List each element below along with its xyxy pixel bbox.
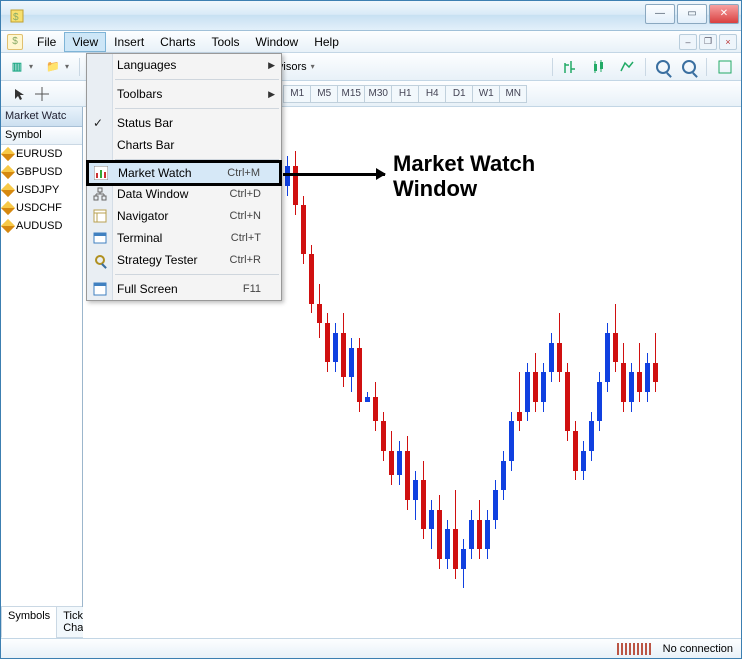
new-chart-button[interactable]: ▥▾: [5, 57, 37, 77]
symbol-column-header[interactable]: Symbol: [1, 127, 82, 145]
menu-insert[interactable]: Insert: [106, 32, 152, 52]
zoom-out-button[interactable]: [678, 58, 700, 76]
symbol-row[interactable]: GBPUSD: [1, 163, 82, 181]
menu-status-bar[interactable]: ✓ Status Bar: [87, 112, 281, 134]
timeframe-w1[interactable]: W1: [472, 85, 500, 103]
zoom-in-icon: [656, 60, 670, 74]
chart-bar-button[interactable]: [559, 57, 583, 77]
app-window: $ — ▭ ✕ $ File View Insert Charts Tools …: [0, 0, 742, 659]
strategy-tester-icon: [92, 252, 108, 268]
symbol-icon: [1, 147, 15, 161]
chart-line-button[interactable]: [615, 57, 639, 77]
symbol-icon: [1, 219, 15, 233]
timeframe-m30[interactable]: M30: [364, 85, 392, 103]
app-icon: $: [7, 6, 27, 26]
symbol-row[interactable]: USDJPY: [1, 181, 82, 199]
connection-indicator-icon: [617, 643, 653, 655]
mdi-minimize-button[interactable]: –: [679, 34, 697, 50]
chevron-right-icon: ▶: [268, 60, 275, 71]
auto-scroll-button[interactable]: [713, 57, 737, 77]
check-icon: ✓: [93, 116, 103, 130]
market-watch-panel: Market Watc Symbol EURUSD GBPUSD USDJPY …: [1, 107, 83, 638]
cursor-button[interactable]: [5, 85, 31, 103]
symbol-icon: [1, 183, 15, 197]
menu-strategy-tester[interactable]: Strategy Tester Ctrl+R: [87, 249, 281, 271]
menu-charts[interactable]: Charts: [152, 32, 203, 52]
annotation-label: Market Watch Window: [393, 151, 535, 202]
close-button[interactable]: ✕: [709, 4, 739, 24]
menu-navigator[interactable]: Navigator Ctrl+N: [87, 205, 281, 227]
timeframe-mn[interactable]: MN: [499, 85, 527, 103]
minimize-button[interactable]: —: [645, 4, 675, 24]
titlebar: $ — ▭ ✕: [1, 1, 741, 31]
symbol-row[interactable]: EURUSD: [1, 145, 82, 163]
mdi-close-button[interactable]: ×: [719, 34, 737, 50]
chevron-right-icon: ▶: [268, 89, 275, 100]
profiles-button[interactable]: 📁▾: [41, 57, 73, 77]
cursor-icon: [13, 87, 27, 101]
tab-symbols[interactable]: Symbols: [1, 607, 57, 638]
chart-candle-button[interactable]: [587, 57, 611, 77]
menu-tools[interactable]: Tools: [204, 32, 248, 52]
menu-terminal[interactable]: Terminal Ctrl+T: [87, 227, 281, 249]
menubar: $ File View Insert Charts Tools Window H…: [1, 31, 741, 53]
timeframe-m15[interactable]: M15: [337, 85, 365, 103]
terminal-icon: [92, 230, 108, 246]
menu-languages[interactable]: Languages ▶: [87, 54, 281, 76]
menu-data-window[interactable]: Data Window Ctrl+D: [87, 183, 281, 205]
menu-view[interactable]: View: [64, 32, 106, 52]
annotation-arrow: [283, 173, 385, 176]
menu-window[interactable]: Window: [248, 32, 307, 52]
market-watch-icon: [93, 165, 109, 181]
timeframe-h4[interactable]: H4: [418, 85, 446, 103]
zoom-in-button[interactable]: [652, 58, 674, 76]
menu-file[interactable]: File: [29, 32, 64, 52]
svg-text:$: $: [13, 12, 19, 23]
timeframe-m1[interactable]: M1: [283, 85, 311, 103]
symbol-row[interactable]: USDCHF: [1, 199, 82, 217]
timeframe-m5[interactable]: M5: [310, 85, 338, 103]
menu-help[interactable]: Help: [306, 32, 347, 52]
connection-status: No connection: [663, 643, 733, 655]
mdi-restore-button[interactable]: ❐: [699, 34, 717, 50]
full-screen-icon: [92, 281, 108, 297]
app-menu-icon[interactable]: $: [7, 34, 23, 50]
navigator-icon: [92, 208, 108, 224]
menu-market-watch[interactable]: Market Watch Ctrl+M: [87, 162, 281, 184]
zoom-out-icon: [682, 60, 696, 74]
timeframe-d1[interactable]: D1: [445, 85, 473, 103]
symbol-icon: [1, 201, 15, 215]
maximize-button[interactable]: ▭: [677, 4, 707, 24]
symbol-row[interactable]: AUDUSD: [1, 217, 82, 235]
data-window-icon: [92, 186, 108, 202]
menu-charts-bar[interactable]: Charts Bar: [87, 134, 281, 156]
market-watch-title: Market Watc: [1, 107, 82, 127]
statusbar: No connection: [1, 638, 741, 658]
timeframe-h1[interactable]: H1: [391, 85, 419, 103]
menu-full-screen[interactable]: Full Screen F11: [87, 278, 281, 300]
crosshair-button[interactable]: [31, 85, 53, 103]
symbol-icon: [1, 165, 15, 179]
view-dropdown: Languages ▶ Toolbars ▶ ✓ Status Bar Char…: [86, 53, 282, 301]
menu-toolbars[interactable]: Toolbars ▶: [87, 83, 281, 105]
